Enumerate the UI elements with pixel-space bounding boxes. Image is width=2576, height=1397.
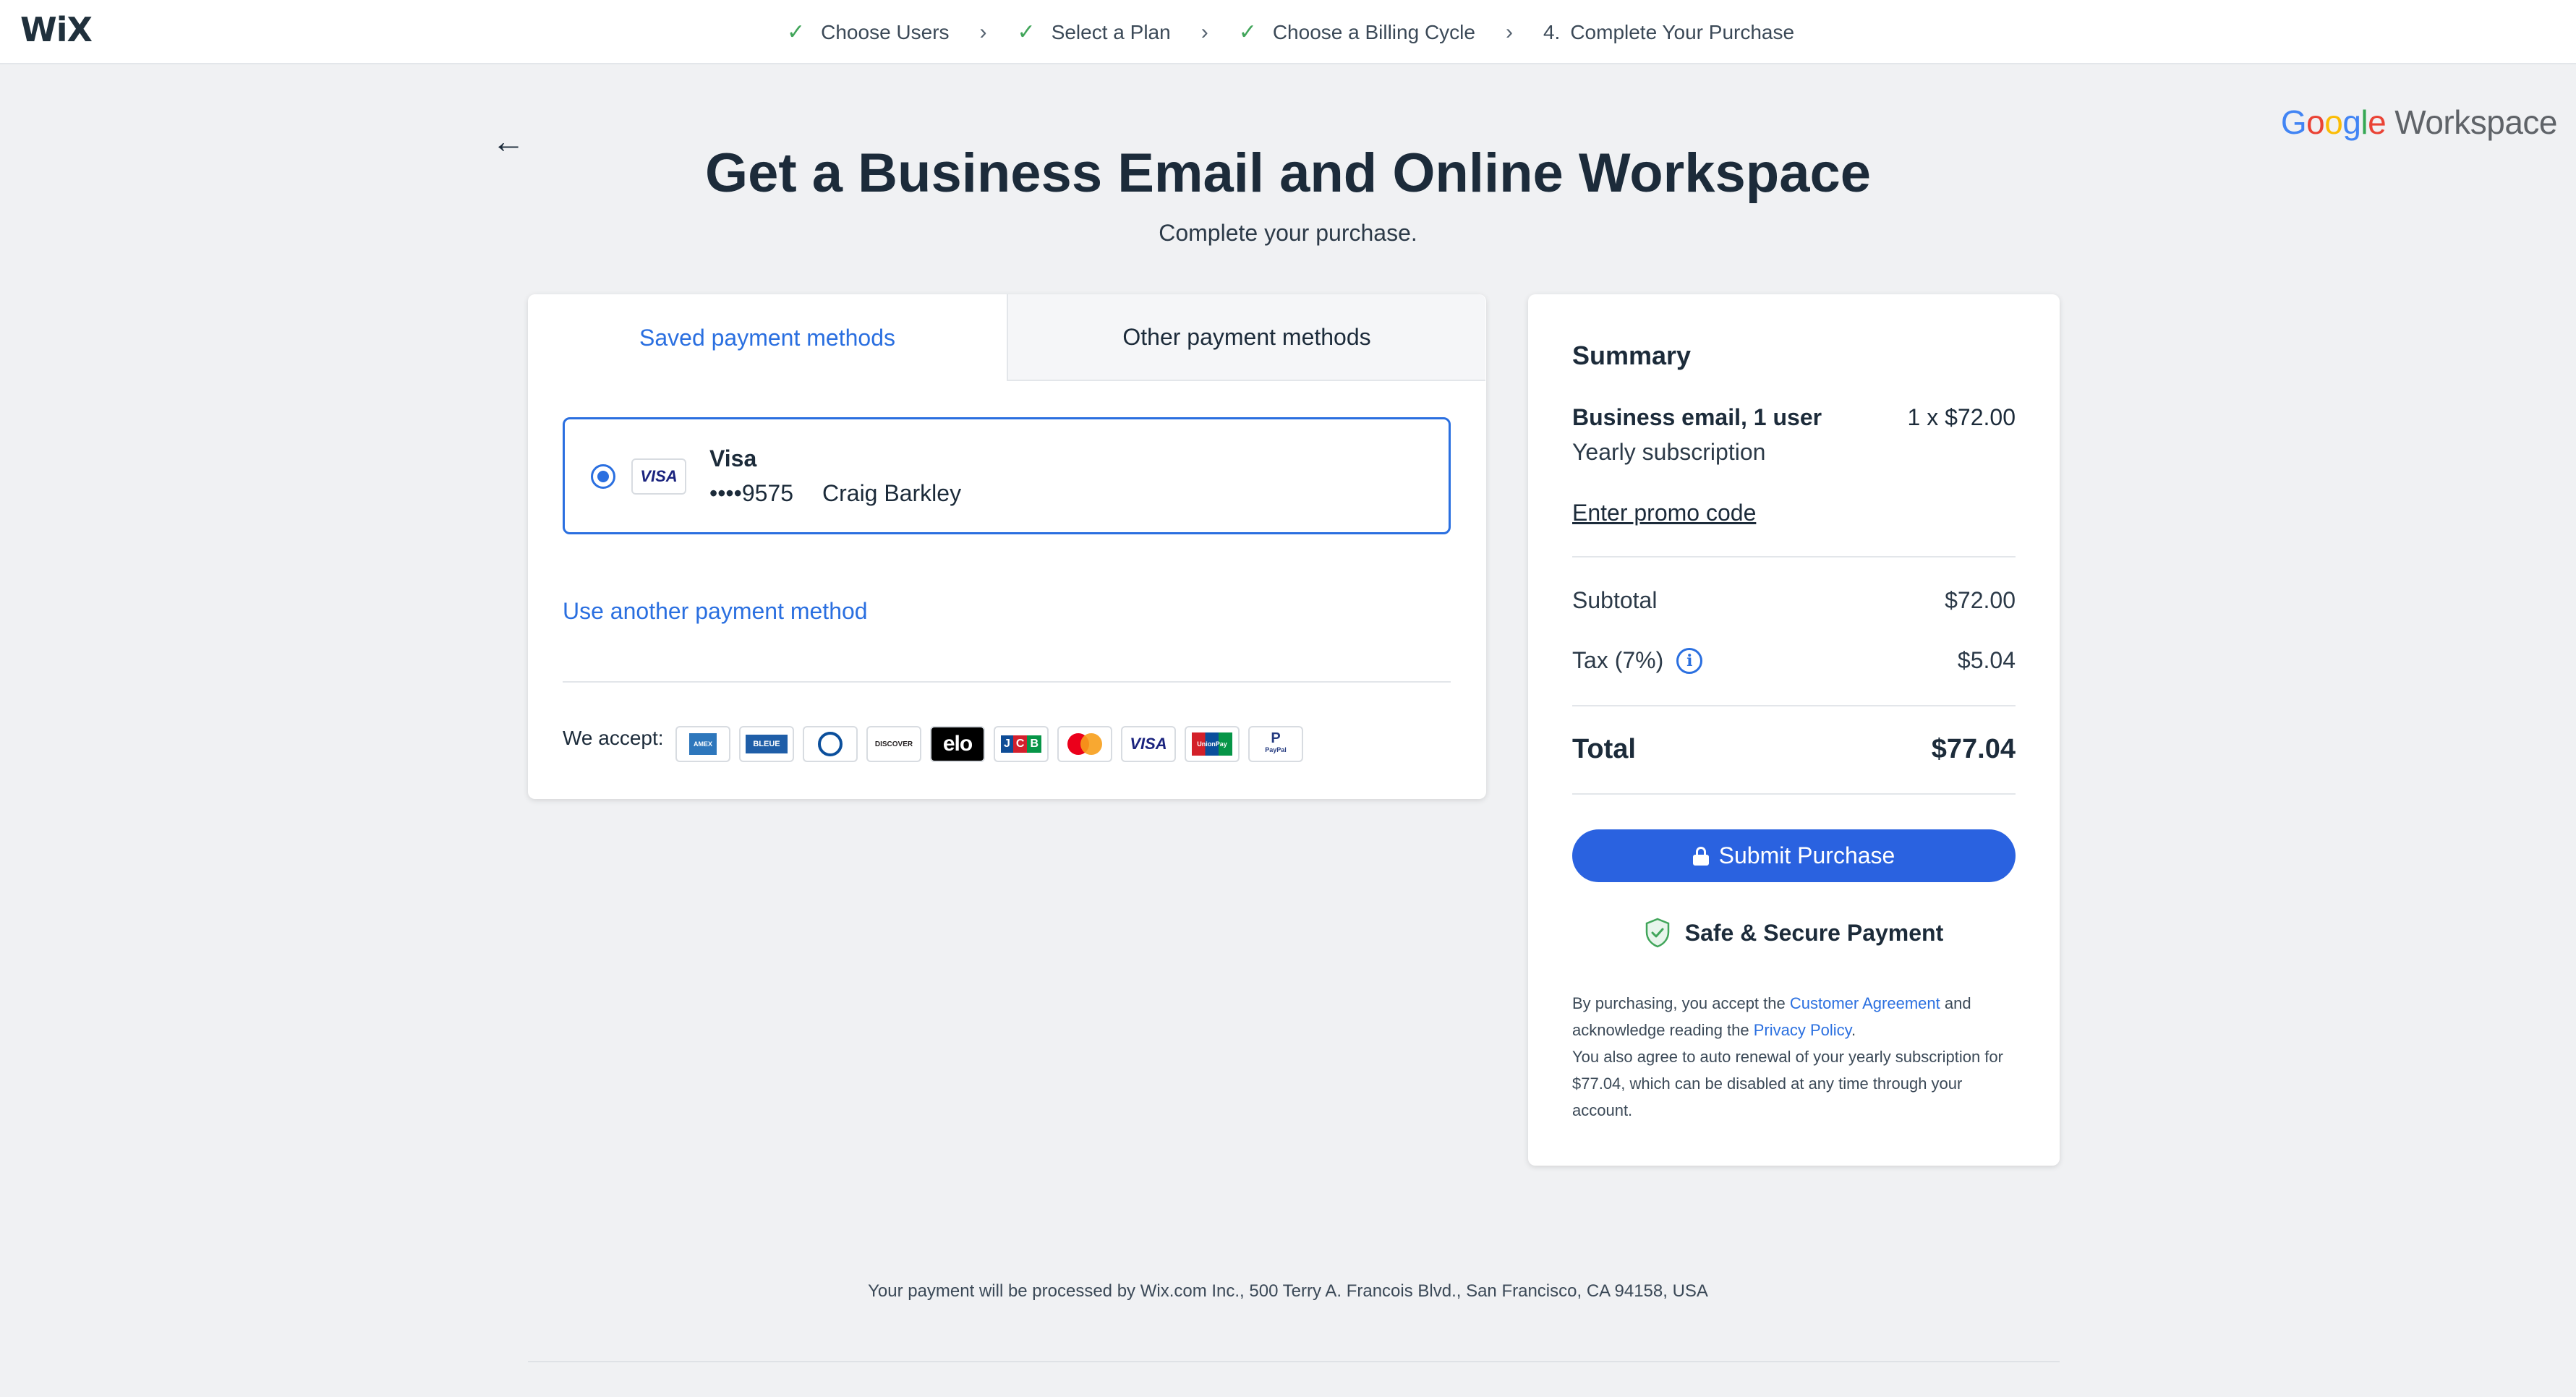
- visa-icon: VISA: [1121, 726, 1176, 762]
- tax-value: $5.04: [1957, 647, 2016, 673]
- step-label: Complete Your Purchase: [1570, 20, 1795, 43]
- google-workspace-logo: Google Workspace: [2280, 103, 2558, 141]
- summary-title: Summary: [1572, 341, 1692, 370]
- saved-card-radio[interactable]: [591, 464, 615, 489]
- divider: [1572, 793, 2016, 795]
- card-number: ••••9575: [709, 480, 793, 506]
- elo-icon: elo: [930, 726, 985, 762]
- customer-agreement-link[interactable]: Customer Agreement: [1790, 994, 1940, 1012]
- paypal-icon: P PayPal: [1248, 726, 1303, 762]
- check-icon: ✓: [1017, 20, 1036, 44]
- item-name: Business email, 1 user: [1572, 404, 1822, 430]
- use-another-payment-link[interactable]: Use another payment method: [563, 598, 868, 625]
- enter-promo-code-link[interactable]: Enter promo code: [1572, 500, 1756, 526]
- divider: [1572, 556, 2016, 557]
- payment-tabs: Saved payment methods Other payment meth…: [528, 294, 1486, 381]
- card-holder-name: Craig Barkley: [822, 480, 962, 506]
- chevron-right-icon: ›: [1505, 20, 1513, 44]
- check-icon: ✓: [787, 20, 806, 44]
- step-complete-purchase: 4. Complete Your Purchase: [1543, 21, 1794, 44]
- card-brand: Visa: [709, 445, 757, 471]
- saved-card-option[interactable]: VISA Visa ••••9575 Craig Barkley: [563, 417, 1451, 534]
- jcb-icon: JCB: [994, 726, 1049, 762]
- processor-note: Your payment will be processed by Wix.co…: [868, 1281, 1708, 1301]
- footer-divider: [528, 1361, 2060, 1362]
- submit-purchase-button[interactable]: Submit Purchase: [1572, 829, 2016, 882]
- page-subtitle: Complete your purchase.: [1159, 220, 1417, 246]
- checkout-steps: ✓ Choose Users › ✓ Select a Plan › ✓ Cho…: [787, 0, 1794, 64]
- step-select-plan[interactable]: ✓ Select a Plan ›: [1018, 20, 1239, 45]
- shield-icon: [1645, 918, 1669, 948]
- legal-text: By purchasing, you accept the Customer A…: [1572, 994, 2003, 1119]
- payment-methods-panel: Saved payment methods Other payment meth…: [528, 294, 1486, 799]
- order-summary-panel: Summary Business email, 1 user 1 x $72.0…: [1528, 294, 2060, 1166]
- diners-club-icon: [803, 726, 858, 762]
- top-bar: WiX ✓ Choose Users › ✓ Select a Plan › ✓…: [0, 0, 2576, 64]
- item-qty-price: 1 x $72.00: [1907, 404, 2016, 430]
- divider: [563, 681, 1451, 683]
- item-subscription: Yearly subscription: [1572, 439, 1766, 465]
- privacy-policy-link[interactable]: Privacy Policy: [1754, 1021, 1851, 1039]
- chevron-right-icon: ›: [979, 20, 987, 44]
- step-label: Select a Plan: [1051, 20, 1171, 43]
- subtotal-value: $72.00: [1945, 587, 2016, 613]
- total-label: Total: [1572, 734, 1636, 764]
- subtotal-label: Subtotal: [1572, 587, 1658, 613]
- tax-label: Tax (7%) i: [1572, 647, 1703, 674]
- page-title: Get a Business Email and Online Workspac…: [704, 142, 1872, 204]
- lock-icon: [1692, 846, 1709, 866]
- unionpay-icon: UnionPay: [1185, 726, 1240, 762]
- carte-bleue-icon: BLEUE: [739, 726, 794, 762]
- check-icon: ✓: [1238, 20, 1257, 44]
- amex-icon: AMEX: [675, 726, 730, 762]
- step-label: Choose Users: [821, 20, 950, 43]
- discover-icon: DISCOVER: [866, 726, 921, 762]
- accepted-cards-list: AMEX BLEUE DISCOVER elo JCB VISA UnionPa…: [675, 726, 1312, 762]
- step-number: 4.: [1543, 20, 1561, 43]
- tab-other-payment-methods[interactable]: Other payment methods: [1007, 294, 1485, 381]
- step-choose-users[interactable]: ✓ Choose Users ›: [787, 20, 1018, 45]
- step-label: Choose a Billing Cycle: [1272, 20, 1475, 43]
- wix-logo[interactable]: WiX: [20, 10, 93, 49]
- mastercard-icon: [1057, 726, 1112, 762]
- total-value: $77.04: [1931, 734, 2016, 764]
- chevron-right-icon: ›: [1200, 20, 1208, 44]
- visa-icon: VISA: [631, 458, 686, 495]
- tab-saved-payment-methods[interactable]: Saved payment methods: [528, 294, 1007, 381]
- safe-secure-payment: Safe & Secure Payment: [1528, 918, 2060, 948]
- info-icon[interactable]: i: [1676, 647, 1703, 674]
- step-billing-cycle[interactable]: ✓ Choose a Billing Cycle ›: [1239, 20, 1543, 45]
- divider: [1572, 705, 2016, 706]
- we-accept-label: We accept:: [563, 727, 664, 749]
